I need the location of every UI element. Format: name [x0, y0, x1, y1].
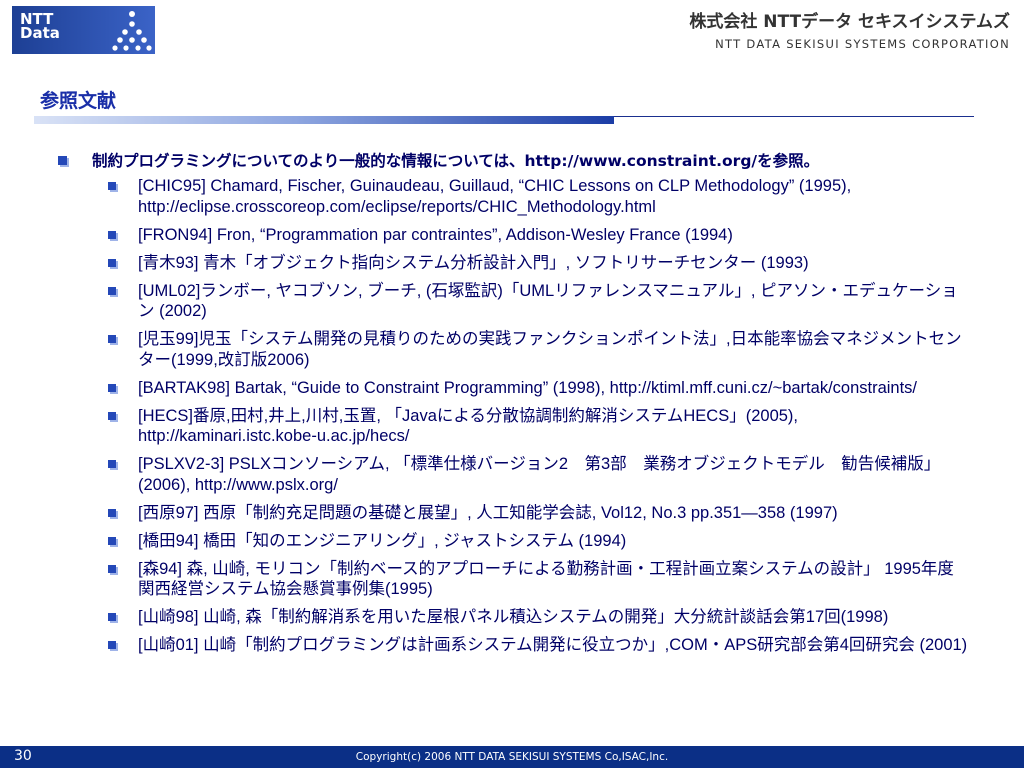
- reference-text: [FRON94] Fron, “Programmation par contra…: [138, 225, 733, 244]
- reference-text: [BARTAK98] Bartak, “Guide to Constraint …: [138, 378, 918, 397]
- reference-item: [児玉99]児玉「システム開発の見積りのための実践ファンクションポイント法」,日…: [58, 329, 968, 370]
- intro-bullet: 制約プログラミングについてのより一般的な情報については、http://www.c…: [58, 150, 988, 172]
- reference-text: [児玉99]児玉「システム開発の見積りのための実践ファンクションポイント法」,日…: [138, 330, 962, 369]
- reference-item: [青木93] 青木「オブジェクト指向システム分析設計入門」, ソフトリサーチセン…: [58, 253, 968, 274]
- reference-item: [橋田94] 橋田「知のエンジニアリング」, ジャストシステム (1994): [58, 531, 968, 552]
- company-name-english: NTT DATA SEKISUI SYSTEMS CORPORATION: [715, 37, 1010, 51]
- square-bullet-icon: [58, 156, 67, 165]
- square-bullet-icon: [108, 508, 116, 517]
- reference-text: [橋田94] 橋田「知のエンジニアリング」, ジャストシステム (1994): [138, 531, 627, 550]
- reference-item: [FRON94] Fron, “Programmation par contra…: [58, 225, 968, 246]
- reference-text: [CHIC95] Chamard, Fischer, Guinaudeau, G…: [138, 177, 852, 216]
- reference-text: [PSLXV2-3] PSLXコンソーシアム, 「標準仕様バージョン2 第3部 …: [138, 455, 941, 494]
- square-bullet-icon: [108, 258, 116, 267]
- reference-item: [UML02]ランボー, ヤコブソン, ブーチ, (石塚監訳)「UMLリファレン…: [58, 281, 968, 322]
- ntt-data-logo: NTT Data: [12, 6, 155, 54]
- reference-text: [森94] 森, 山崎, モリコン「制約ベース的アプローチによる勤務計画・工程計…: [138, 559, 954, 599]
- logo-dots-icon: [112, 11, 152, 51]
- reference-text: [山崎98] 山崎, 森「制約解消系を用いた屋根パネル積込システムの開発」大分統…: [138, 608, 889, 626]
- reference-item: [西原97] 西原「制約充足問題の基礎と展望」, 人工知能学会誌, Vol12,…: [58, 503, 968, 524]
- square-bullet-icon: [108, 230, 116, 239]
- company-name-japanese: 株式会社 NTTデータ セキスイシステムズ: [689, 12, 1010, 32]
- reference-text: [HECS]番原,田村,井上,川村,玉置, 「Javaによる分散協調制約解消シス…: [138, 406, 799, 446]
- copyright-notice: Copyright(c) 2006 NTT DATA SEKISUI SYSTE…: [355, 751, 669, 763]
- square-bullet-icon: [108, 536, 116, 545]
- reference-item: [山崎98] 山崎, 森「制約解消系を用いた屋根パネル積込システムの開発」大分統…: [58, 607, 968, 628]
- square-bullet-icon: [108, 182, 116, 190]
- square-bullet-icon: [108, 460, 116, 468]
- square-bullet-icon: [108, 411, 116, 420]
- reference-item: [PSLXV2-3] PSLXコンソーシアム, 「標準仕様バージョン2 第3部 …: [58, 454, 968, 495]
- square-bullet-icon: [108, 383, 116, 392]
- reference-text: [青木93] 青木「オブジェクト指向システム分析設計入門」, ソフトリサーチセン…: [138, 253, 809, 272]
- title-gradient-bar: [34, 116, 614, 124]
- reference-list: [CHIC95] Chamard, Fischer, Guinaudeau, G…: [58, 176, 988, 656]
- reference-text: [UML02]ランボー, ヤコブソン, ブーチ, (石塚監訳)「UMLリファレン…: [138, 281, 958, 321]
- reference-text: [西原97] 西原「制約充足問題の基礎と展望」, 人工知能学会誌, Vol12,…: [138, 503, 838, 522]
- square-bullet-icon: [108, 286, 116, 295]
- reference-item: [BARTAK98] Bartak, “Guide to Constraint …: [58, 378, 968, 399]
- square-bullet-icon: [108, 335, 116, 343]
- reference-text: [山崎01] 山崎「制約プログラミングは計画系システム開発に役立つか」,COM・…: [138, 636, 968, 654]
- reference-item: [HECS]番原,田村,井上,川村,玉置, 「Javaによる分散協調制約解消シス…: [58, 406, 968, 447]
- logo-text: NTT Data: [20, 10, 60, 42]
- reference-item: [CHIC95] Chamard, Fischer, Guinaudeau, G…: [58, 176, 968, 217]
- square-bullet-icon: [108, 564, 116, 573]
- square-bullet-icon: [108, 641, 116, 649]
- square-bullet-icon: [108, 613, 116, 621]
- intro-text: 制約プログラミングについてのより一般的な情報については、http://www.c…: [92, 152, 820, 170]
- footer-bar: 30 Copyright(c) 2006 NTT DATA SEKISUI SY…: [0, 746, 1024, 768]
- slide-content: 制約プログラミングについてのより一般的な情報については、http://www.c…: [58, 150, 988, 663]
- reference-item: [森94] 森, 山崎, モリコン「制約ベース的アプローチによる勤務計画・工程計…: [58, 559, 968, 600]
- reference-item: [山崎01] 山崎「制約プログラミングは計画系システム開発に役立つか」,COM・…: [58, 635, 968, 656]
- slide-title: 参照文献: [40, 90, 117, 112]
